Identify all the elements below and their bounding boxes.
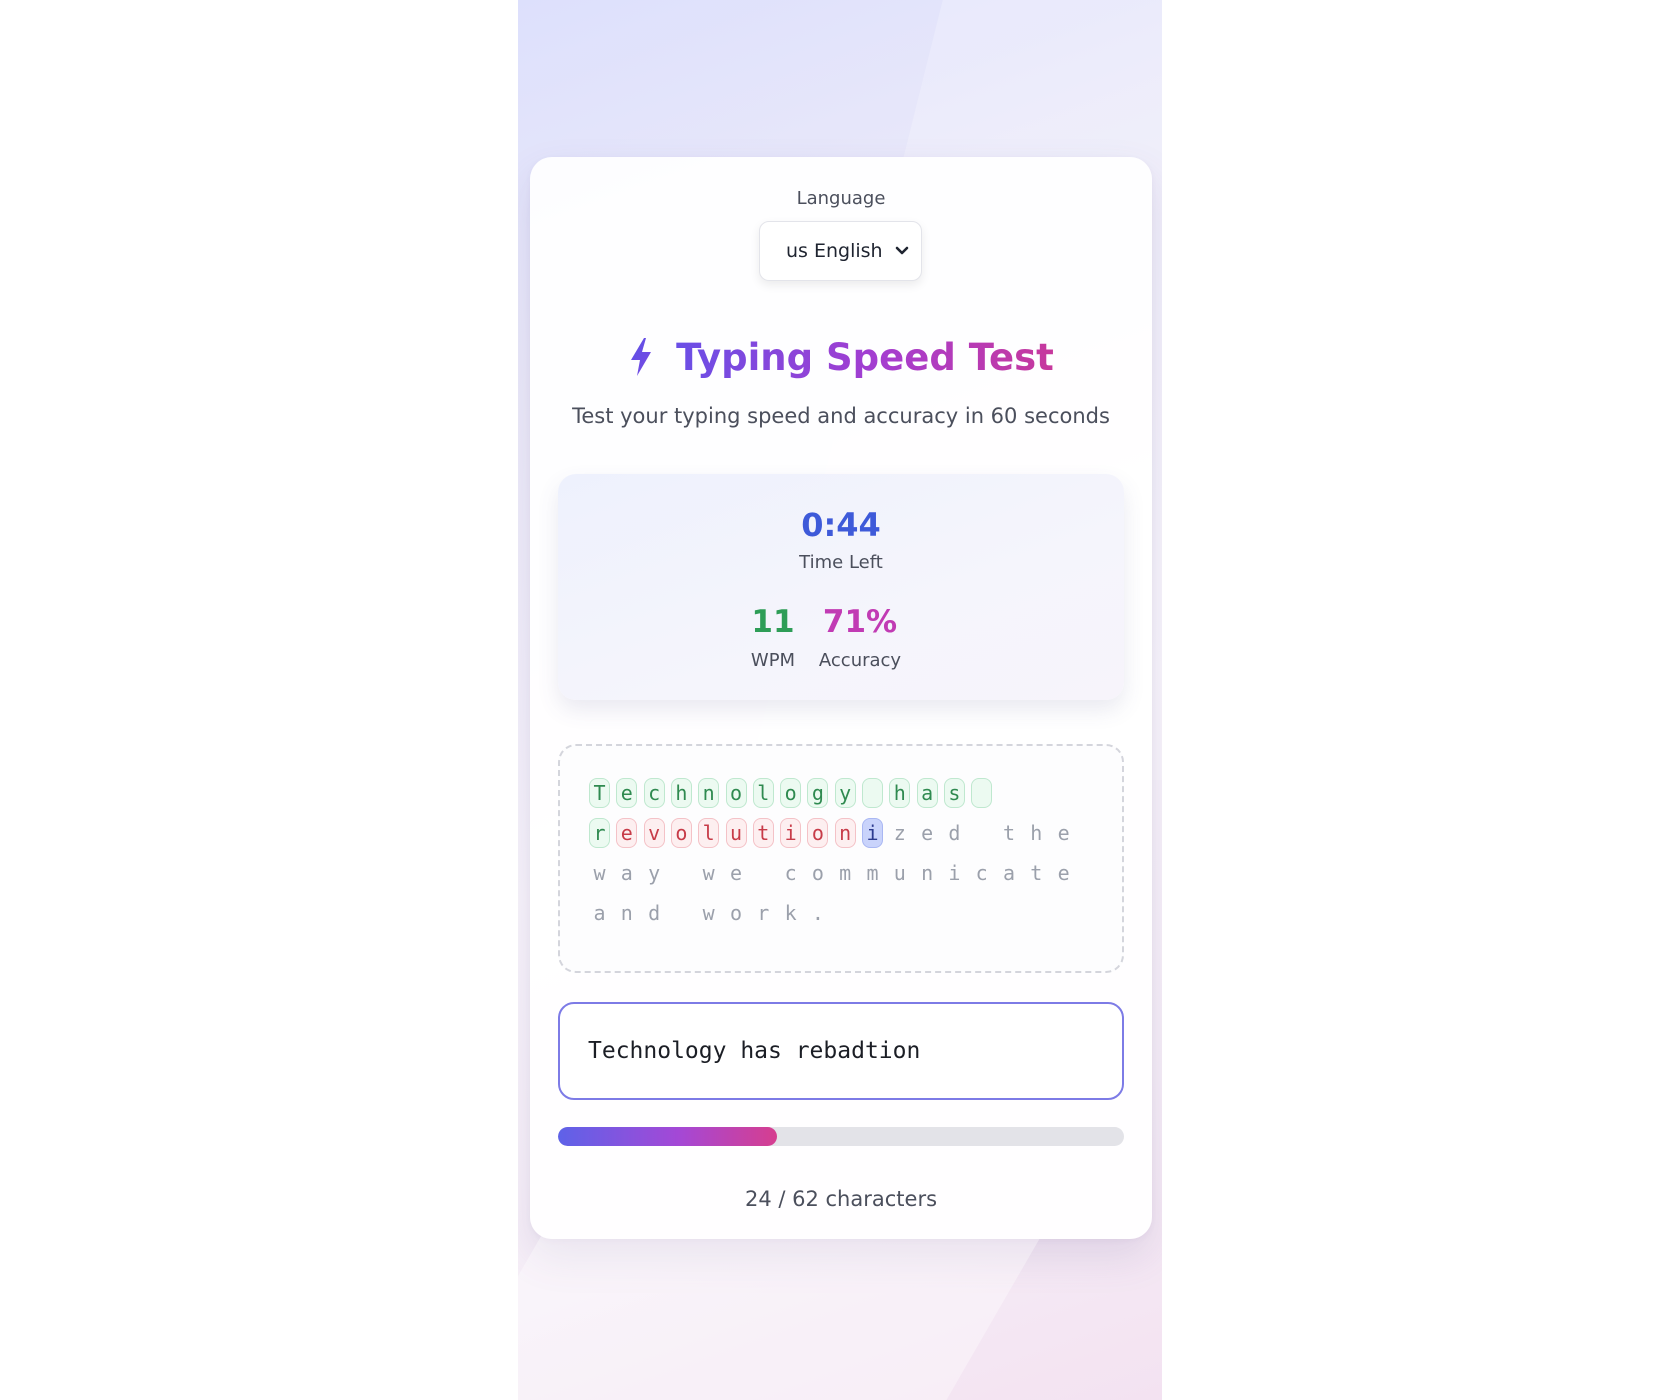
accuracy-label: Accuracy [818,650,902,671]
passage-char: o [780,778,802,808]
passage-char: e [616,818,638,848]
passage-char [971,778,993,808]
passage-char: a [620,861,633,885]
time-left-label: Time Left [799,552,883,573]
language-selected-value: us English [786,240,883,262]
accuracy-value: 71% [822,604,898,640]
passage-char: r [589,818,610,848]
passage-char: . [811,901,824,925]
passage-char: d [948,821,961,845]
subtitle: Test your typing speed and accuracy in 6… [572,404,1110,428]
passage-char: a [916,778,938,808]
passage-char: i [780,818,802,848]
passage-char: e [1057,861,1070,885]
passage-char: w [702,861,715,885]
passage-char: c [975,861,988,885]
passage-char: y [834,778,856,808]
typing-input[interactable] [558,1002,1124,1100]
title-text: Typing Speed Test [676,335,1054,379]
passage-char: u [893,861,906,885]
time-left-value: 0:44 [801,506,881,544]
page-title: Typing Speed Test [530,327,1152,387]
passage-char: v [643,818,665,848]
passage-char: e [616,778,638,808]
passage-char: w [702,901,715,925]
passage-char: m [839,861,852,885]
passage-char: m [866,861,879,885]
passage-char: w [593,861,606,885]
chevron-down-icon [895,246,909,255]
passage-char: T [589,778,610,808]
passage-char: t [1002,821,1016,845]
passage-char: n [921,861,934,885]
passage-char: y [648,861,661,885]
passage-char: n [620,901,633,925]
lightning-bolt-icon [631,338,652,376]
passage-char: l [698,818,720,848]
passage-char: u [725,818,747,848]
wpm-label: WPM [750,650,796,671]
passage-char: a [593,901,606,925]
progress-bar-fill [558,1127,778,1146]
passage-char: h [1030,821,1043,845]
passage-char: t [752,818,774,848]
language-label: Language [796,188,886,209]
passage-char: o [670,818,692,848]
stats-panel: 0:44 Time Left 11 WPM 71% Accuracy [558,474,1124,700]
passage-char: h [670,778,692,808]
passage-char: i [948,861,961,885]
language-select[interactable]: us English [759,221,922,281]
passage-char: e [729,861,743,885]
passage-char: c [784,861,797,885]
passage-char: o [729,901,743,925]
passage-char: s [943,778,965,808]
progress-bar [558,1127,1124,1146]
passage-char: o [725,778,747,808]
passage-char: z [893,821,906,845]
passage-char: n [698,778,720,808]
passage-char: c [643,778,665,808]
passage-char: l [752,778,774,808]
passage-char [862,778,883,808]
passage-char: t [1030,861,1043,885]
passage-char: i [862,818,883,848]
passage-char: k [784,901,797,925]
progress-text: 24 / 62 characters [744,1187,938,1211]
wpm-value: 11 [751,604,795,640]
passage-char: o [807,818,829,848]
passage-char: e [921,821,934,845]
app-background: Language us English Typing Speed Test Te… [518,0,1162,1400]
passage-char: g [807,778,829,808]
passage-display: Technology has revolutionizedthewaywecom… [558,744,1124,973]
passage-char: d [648,901,661,925]
typing-test-card: Language us English Typing Speed Test Te… [530,157,1152,1239]
passage-char: e [1057,821,1070,845]
passage-char: n [834,818,856,848]
passage-char: r [757,901,770,925]
passage-char: h [889,778,911,808]
passage-char: o [811,861,824,885]
passage-char: a [1002,861,1016,885]
